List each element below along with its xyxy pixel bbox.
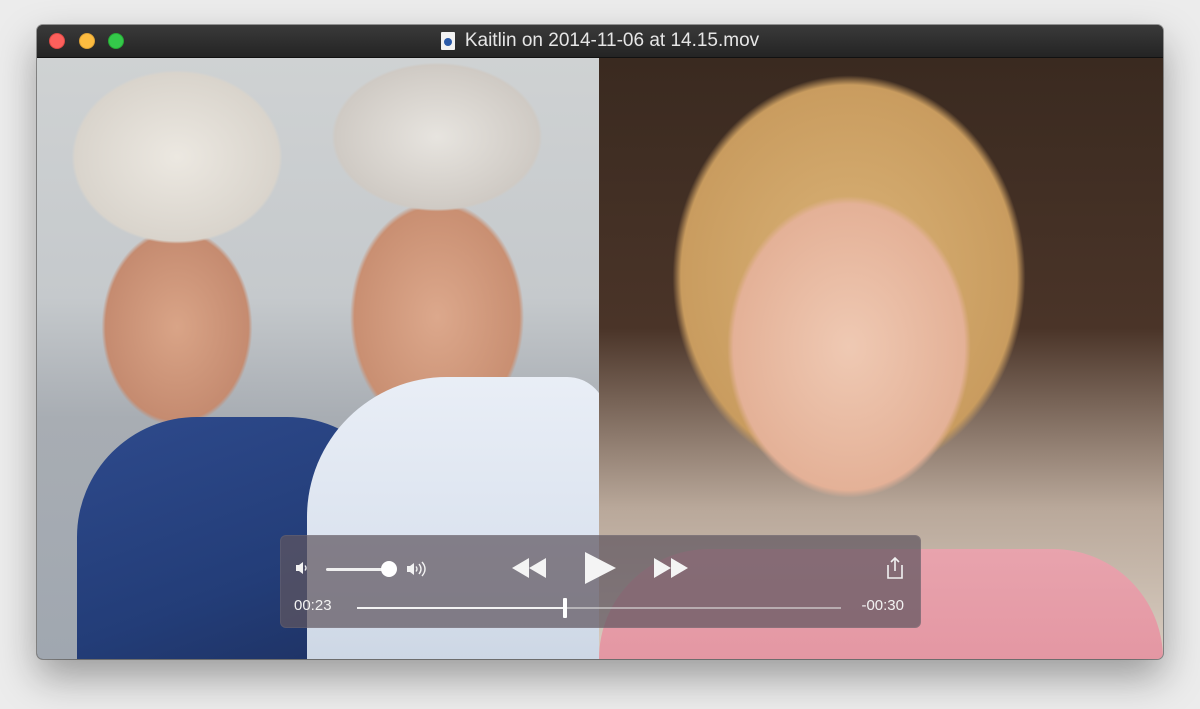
speaker-low-icon[interactable] [294,559,312,580]
share-icon [887,556,903,579]
share-button[interactable] [885,556,905,580]
speaker-high-icon[interactable] [405,559,435,582]
rewind-button[interactable] [511,557,547,579]
video-frame[interactable]: 00:23 -00:30 [37,57,1163,659]
playback-controls: 00:23 -00:30 [280,535,921,628]
player-window: Kaitlin on 2014-11-06 at 14.15.mov 00:23… [37,25,1163,659]
document-icon[interactable] [440,32,455,50]
play-icon [585,552,616,584]
rewind-icon [512,558,546,578]
fast-forward-icon [654,558,688,578]
title-bar[interactable]: Kaitlin on 2014-11-06 at 14.15.mov [37,25,1163,58]
remaining-time: -00:30 [861,597,904,614]
window-title: Kaitlin on 2014-11-06 at 14.15.mov [37,25,1163,57]
fast-forward-button[interactable] [653,557,689,579]
window-title-text: Kaitlin on 2014-11-06 at 14.15.mov [464,30,760,51]
scrubber-playhead[interactable] [563,598,567,618]
elapsed-time: 00:23 [294,597,332,614]
volume-slider-knob[interactable] [381,561,397,577]
play-button[interactable] [583,551,617,585]
scrubber-progress [357,607,565,609]
scrubber-track[interactable] [357,598,841,618]
